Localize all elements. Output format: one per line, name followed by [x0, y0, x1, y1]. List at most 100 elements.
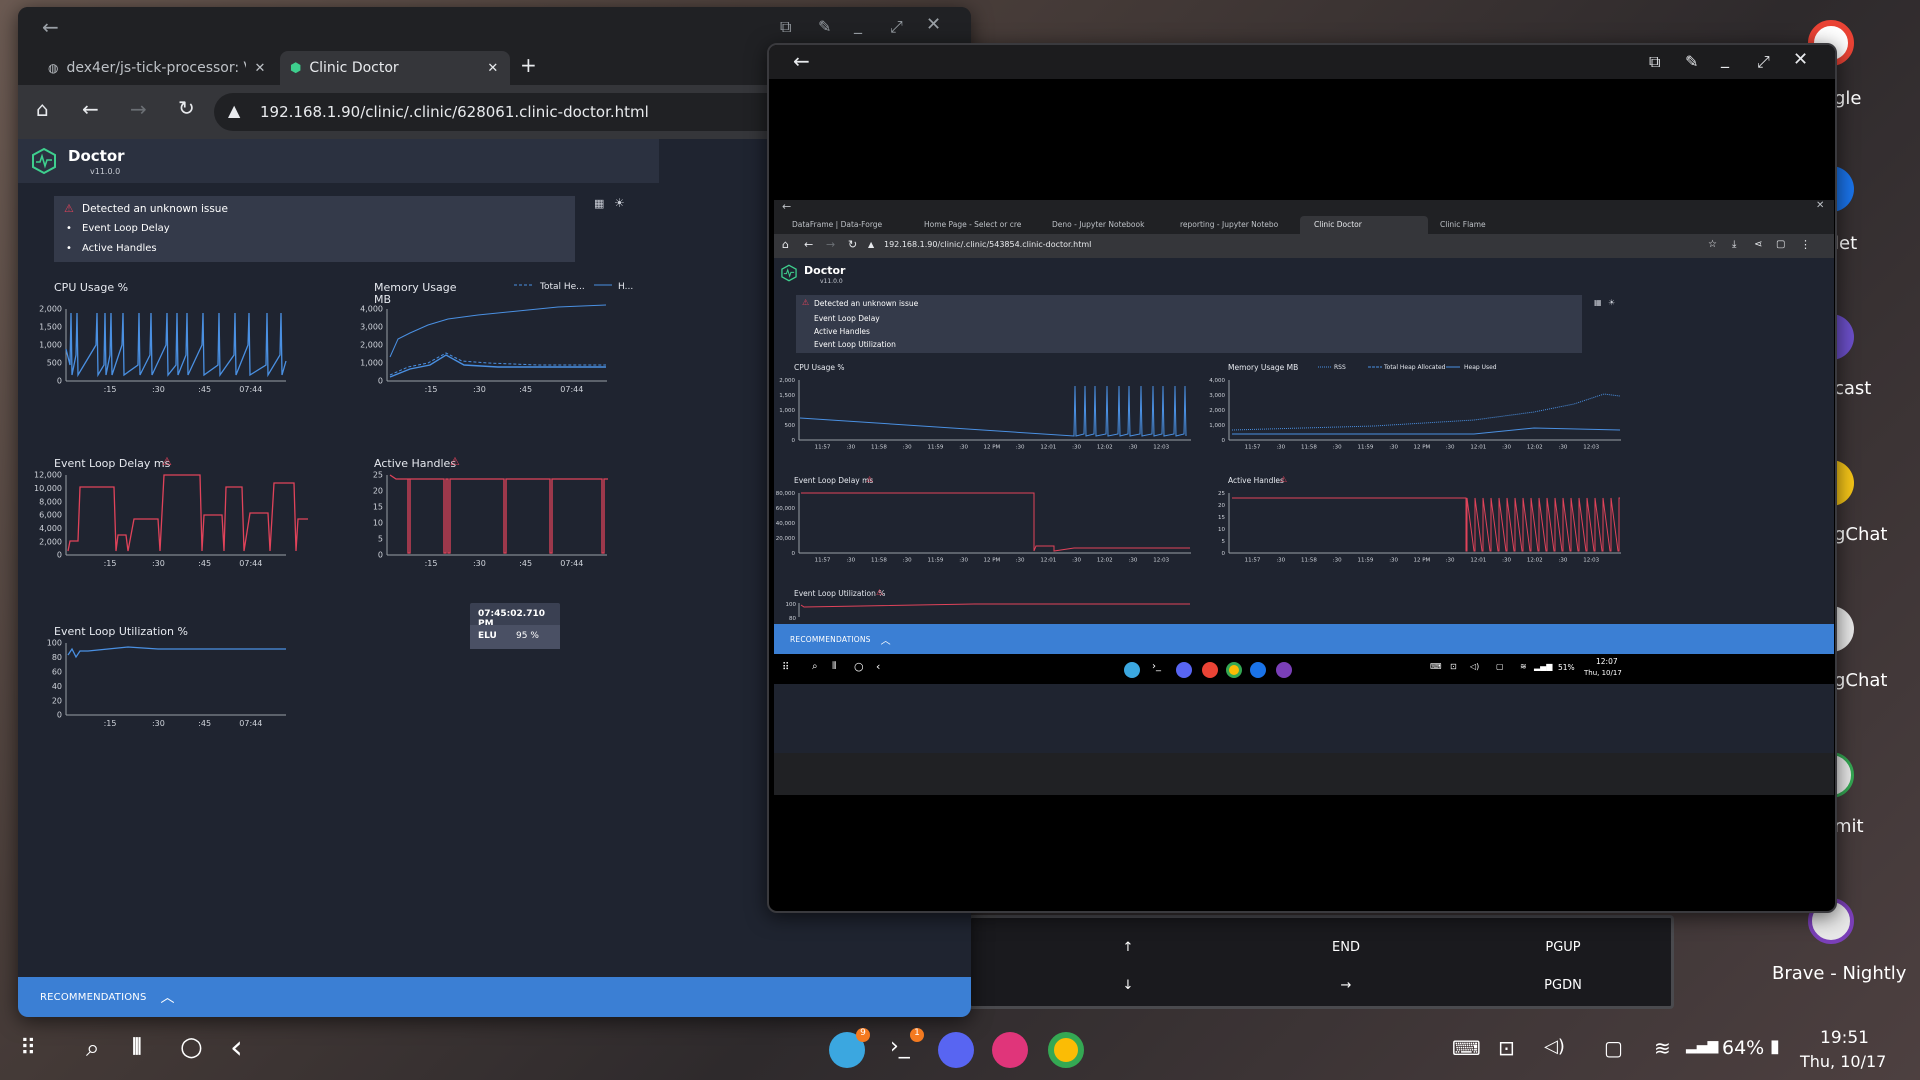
inner-home-icon[interactable]: ⌂: [782, 238, 789, 251]
maximize-icon[interactable]: ⤢: [1757, 54, 1770, 70]
maximize-icon[interactable]: ⤢: [890, 19, 903, 35]
y-tick-label: 3,000: [1209, 393, 1225, 399]
back-arrow-icon[interactable]: ←: [793, 51, 810, 71]
y-tick-label: 4,000: [1209, 378, 1225, 384]
x-tick-label: :30: [1333, 445, 1342, 451]
tab-clinic-doctor[interactable]: ⬢ Clinic Doctor ✕: [280, 51, 510, 85]
apps-grid-icon[interactable]: ⠿: [20, 1036, 36, 1061]
inner-star-icon[interactable]: ☆: [1708, 239, 1717, 250]
inner-gmail-icon[interactable]: [1202, 662, 1218, 678]
inner-tab[interactable]: Clinic Doctor: [1314, 220, 1362, 229]
minimize-icon[interactable]: _: [854, 17, 862, 33]
key-up[interactable]: ↑: [1083, 940, 1173, 955]
discord-icon[interactable]: [938, 1032, 974, 1068]
tab-close-icon[interactable]: ✕: [254, 61, 265, 76]
inner-back-nav-icon[interactable]: ‹: [876, 660, 880, 673]
y-tick-label: 0: [378, 551, 383, 560]
inner-tab[interactable]: reporting - Jupyter Notebo: [1180, 220, 1290, 229]
y-tick-label: 5: [378, 535, 383, 544]
x-tick-label: 12:03: [1153, 445, 1169, 451]
inner-tab[interactable]: DataFrame | Data-Forge: [792, 220, 902, 229]
x-tick-label: :30: [1389, 558, 1398, 564]
home-icon[interactable]: ⌂: [36, 99, 49, 119]
flower-app-icon[interactable]: [992, 1032, 1028, 1068]
key-down[interactable]: ↓: [1083, 978, 1173, 993]
inner-reload-icon[interactable]: ↻: [848, 238, 857, 251]
inner-search-icon[interactable]: ⌕: [812, 661, 818, 672]
inner-tab[interactable]: Clinic Flame: [1440, 220, 1486, 229]
new-tab-icon[interactable]: +: [520, 55, 537, 75]
inner-chrome-icon[interactable]: [1226, 662, 1242, 678]
inner-brave-icon[interactable]: [1276, 662, 1292, 678]
reload-icon[interactable]: ↻: [178, 98, 195, 118]
inner-download-icon[interactable]: ⤓: [1732, 239, 1736, 250]
inner-nav-back-icon[interactable]: ←: [804, 238, 813, 251]
minimize-icon[interactable]: _: [1721, 51, 1729, 67]
inner-recommendations-bar[interactable]: RECOMMENDATIONS ︿: [774, 624, 1834, 654]
key-end[interactable]: END: [1301, 940, 1391, 955]
inner-menu-icon[interactable]: ⋮: [1800, 238, 1811, 251]
elu-tooltip: 07:45:02.710 PM ELU 95 %: [470, 603, 560, 649]
multiwindow-icon[interactable]: ⧉: [1649, 54, 1660, 70]
x-tick-label: :30: [1559, 445, 1568, 451]
y-tick-label: 1,500: [779, 393, 795, 399]
search-icon[interactable]: ⌕: [86, 1034, 99, 1062]
inner-screenshot-icon[interactable]: ⊡: [1450, 662, 1457, 671]
inner-telegram-icon[interactable]: [1124, 662, 1140, 678]
inner-discord-icon[interactable]: [1176, 662, 1192, 678]
inner-home-nav-icon[interactable]: ○: [854, 660, 864, 673]
notification-icon[interactable]: ▢: [1604, 1036, 1623, 1060]
terminal-icon[interactable]: ›_: [890, 1034, 910, 1059]
x-tick-label: 12:03: [1583, 558, 1599, 564]
inner-tab[interactable]: Deno - Jupyter Notebook: [1052, 220, 1162, 229]
inner-url-text[interactable]: 192.168.1.90/clinic/.clinic/543854.clini…: [884, 240, 1091, 249]
y-tick-label: 80,000: [776, 491, 796, 497]
inner-nav-forward-icon[interactable]: →: [826, 238, 835, 251]
tab-github[interactable]: ◍ dex4er/js-tick-processor: V ✕: [38, 51, 278, 85]
inner-share-icon[interactable]: ⋖: [1754, 239, 1762, 250]
x-tick-label: :30: [1129, 445, 1138, 451]
inner-tabs-icon[interactable]: ▢: [1776, 239, 1785, 250]
recommendations-bar[interactable]: RECOMMENDATIONS ︿: [18, 977, 971, 1017]
inner-notification-icon[interactable]: ▢: [1496, 662, 1504, 671]
x-tick-label: 12:02: [1097, 558, 1113, 564]
tab-close-icon[interactable]: ✕: [487, 61, 498, 76]
nav-back-icon[interactable]: ←: [82, 99, 99, 119]
inner-terminal-icon[interactable]: ›_: [1152, 661, 1161, 672]
inner-chevron-up-icon: ︿: [880, 635, 891, 647]
x-tick-label: :15: [104, 559, 117, 568]
inner-recents-icon[interactable]: ⦀: [832, 661, 836, 672]
x-tick-label: 12:02: [1097, 445, 1113, 451]
volume-icon[interactable]: ◁): [1544, 1036, 1565, 1057]
inner-back-icon[interactable]: ←: [782, 200, 791, 213]
close-icon[interactable]: ✕: [1793, 51, 1808, 69]
pin-icon[interactable]: ✎: [818, 19, 831, 35]
key-right[interactable]: →: [1301, 978, 1391, 993]
back-arrow-icon[interactable]: ←: [42, 17, 59, 37]
recents-icon[interactable]: ⦀: [132, 1035, 142, 1060]
back-nav-icon[interactable]: ‹: [230, 1028, 243, 1066]
multiwindow-icon[interactable]: ⧉: [780, 19, 791, 35]
inner-keyboard-icon[interactable]: ⌨: [1430, 662, 1442, 671]
screenshot-icon[interactable]: ⊡: [1498, 1036, 1515, 1060]
y-tick-label: 0: [792, 551, 796, 557]
key-pgup[interactable]: PGUP: [1518, 940, 1608, 955]
keyboard-icon[interactable]: ⌨: [1452, 1036, 1481, 1060]
chrome-icon[interactable]: [1048, 1032, 1084, 1068]
inner-close-icon[interactable]: ✕: [1816, 200, 1824, 211]
inner-messages-icon[interactable]: [1250, 662, 1266, 678]
nav-forward-icon[interactable]: →: [130, 99, 147, 119]
inner-tab[interactable]: Home Page - Select or cre: [924, 220, 1034, 229]
close-icon[interactable]: ✕: [926, 16, 941, 34]
y-tick-label: 1,500: [39, 323, 62, 332]
key-pgdn[interactable]: PGDN: [1518, 978, 1608, 993]
pin-icon[interactable]: ✎: [1685, 54, 1698, 70]
y-tick-label: 10: [373, 519, 383, 528]
cpu-series-line: [65, 312, 287, 378]
inner-volume-icon[interactable]: ◁): [1470, 662, 1479, 671]
y-tick-label: 500: [785, 423, 796, 429]
inner-apps-icon[interactable]: ⠿: [782, 662, 789, 673]
home-nav-icon[interactable]: ○: [180, 1032, 203, 1062]
y-tick-label: 20: [52, 696, 62, 705]
x-tick-label: :30: [152, 559, 165, 568]
